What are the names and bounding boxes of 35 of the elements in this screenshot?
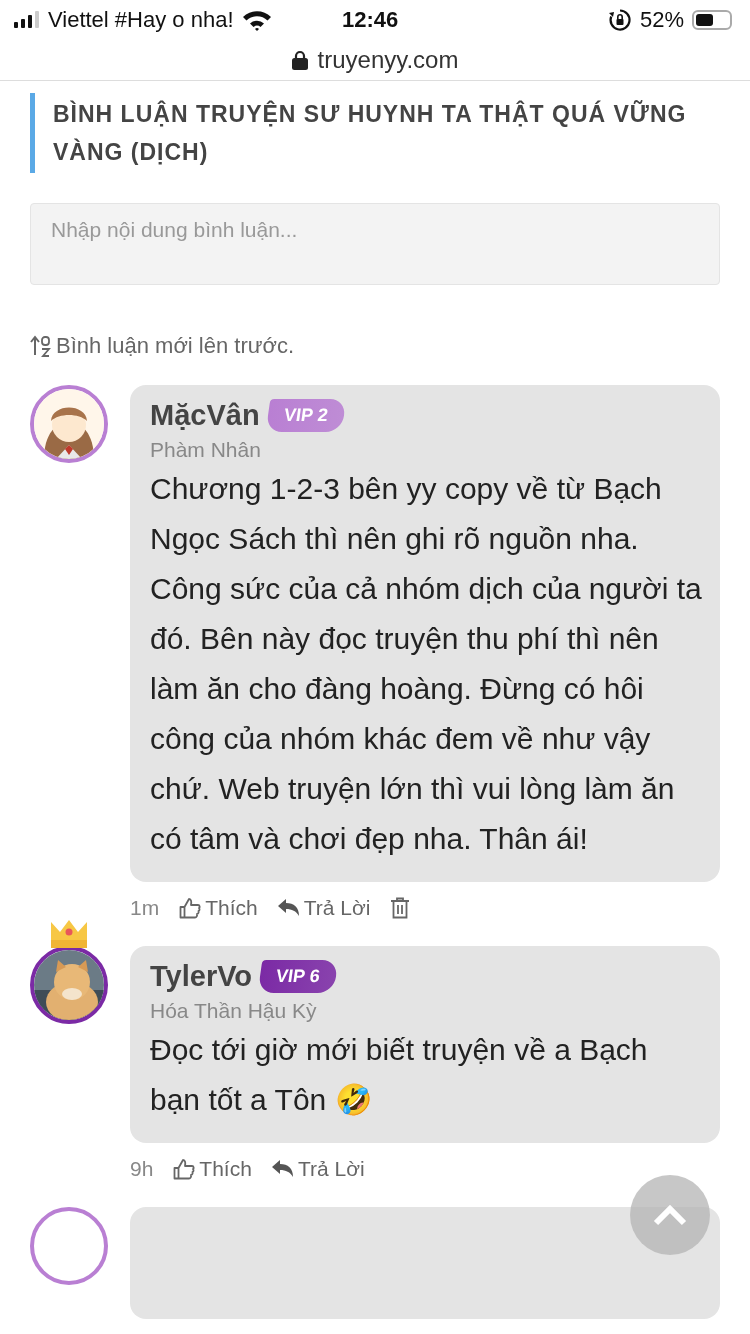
sort-icon[interactable]: [30, 335, 52, 357]
vip-badge: VIP 6: [257, 960, 339, 993]
crown-icon: [50, 920, 88, 948]
thumbs-up-icon: [173, 1158, 196, 1180]
comment-text: Đọc tới giờ mới biết truyện về a Bạch bạn tốt a Tôn 🤣: [150, 1033, 648, 1116]
wifi-icon: [241, 9, 272, 31]
comment-input-field[interactable]: Nhập nội dung bình luận...: [30, 203, 720, 285]
reply-button[interactable]: Trả Lời: [277, 896, 371, 920]
user-rank: Phàm Nhân: [150, 438, 262, 462]
comment-time: 9h: [130, 1157, 154, 1181]
reply-arrow-icon: [271, 1160, 294, 1178]
lock-icon: [291, 50, 308, 70]
delete-button[interactable]: [390, 897, 411, 919]
like-button[interactable]: Thích: [173, 1157, 252, 1181]
rotation-lock-icon: [607, 8, 632, 32]
vip-badge: VIP 2: [265, 399, 346, 432]
thumbs-up-icon: [179, 897, 202, 919]
reply-arrow-icon: [277, 899, 300, 917]
trash-icon: [390, 897, 411, 919]
carrier-name: Viettel #Hay o nha!: [48, 7, 234, 33]
clock-time: 12:46: [342, 7, 399, 33]
comment-text: Chương 1-2-3 bên yy copy về từ Bạch Ngọc Sách thì nên ghi rõ nguồn nha. Công sức của cả nhóm dịch của người ta đó. Bên này đọc truyện thu phí thì nên làm ăn cho đàng hoàng. Đừng có hôi công của nhóm khác đem về như vậy chứ. Web truyện lớn thì vui lòng làm ăn có tâm và chơi đẹp nha. Thân ái!: [150, 472, 702, 855]
signal-icon: [14, 11, 40, 29]
battery-percent: 52%: [639, 7, 684, 33]
url-text[interactable]: truyenyy.com: [317, 46, 459, 74]
comment-time: 1m: [130, 896, 160, 920]
section-heading: BÌNH LUẬN TRUYỆN SƯ HUYNH TA THẬT QUÁ VỮNG VÀNG (DỊCH): [30, 93, 720, 173]
user-rank: Hóa Thần Hậu Kỳ: [150, 999, 318, 1023]
reply-button[interactable]: Trả Lời: [271, 1157, 365, 1181]
chevron-up-icon: [653, 1204, 687, 1226]
like-button[interactable]: Thích: [179, 896, 258, 920]
username[interactable]: TylerVo: [150, 960, 253, 993]
sort-label[interactable]: Bình luận mới lên trước.: [56, 333, 294, 359]
username[interactable]: MặcVân: [150, 399, 260, 432]
battery-icon: [692, 10, 732, 30]
